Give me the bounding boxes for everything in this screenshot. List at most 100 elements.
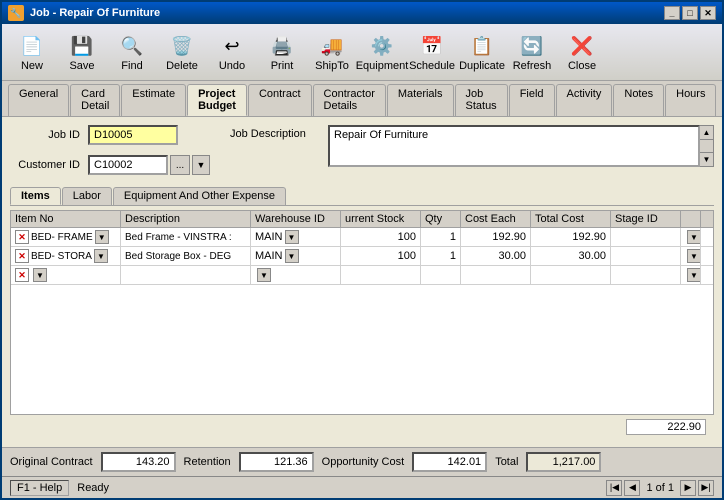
col-total-cost: Total Cost [531,211,611,227]
help-button[interactable]: F1 - Help [10,480,69,496]
print-icon: 🖨️ [268,32,296,60]
undo-button[interactable]: ↩ Undo [208,28,256,76]
save-label: Save [69,60,94,72]
minimize-button[interactable]: _ [664,6,680,20]
row1-item-no-cell: ✕ BED- FRAME ▼ [11,228,121,246]
col-description: Description [121,211,251,227]
row2-item-no: BED- STORA [31,251,92,262]
row1-stage-id-cell [611,228,681,246]
form-left: Job ID Customer ID ... ▼ [10,125,210,181]
tab-contractor-details[interactable]: Contractor Details [313,84,386,116]
subtab-items[interactable]: Items [10,187,61,205]
table-row-new: ✕ ▼ ▼ ▼ [11,266,713,285]
row1-warehouse-dropdown[interactable]: ▼ [285,230,299,244]
close-icon: ❌ [568,32,596,60]
tab-hours[interactable]: Hours [665,84,716,116]
job-description-text[interactable]: Repair Of Furniture [328,125,700,167]
nav-next-button[interactable]: ▶ [680,480,696,496]
new-button[interactable]: 📄 New [8,28,56,76]
new-icon: 📄 [18,32,46,60]
form-right: Job Description Repair Of Furniture ▲ ▼ [230,125,714,167]
scroll-up-arrow[interactable]: ▲ [700,126,713,140]
customer-dropdown-button[interactable]: ▼ [192,155,210,175]
original-contract-input[interactable] [101,452,176,472]
new-row-delete-btn[interactable]: ✕ [15,268,29,282]
row2-delete-btn[interactable]: ✕ [15,249,29,263]
close-button[interactable]: ❌ Close [558,28,606,76]
new-row-description [121,266,251,284]
tab-general[interactable]: General [8,84,69,116]
toolbar: 📄 New 💾 Save 🔍 Find 🗑️ Delete ↩ Undo 🖨️ … [2,24,722,81]
page-info: 1 of 1 [642,482,678,494]
row1-stage-dropdown[interactable]: ▼ [687,230,701,244]
tab-contract[interactable]: Contract [248,84,312,116]
row1-description: Bed Frame - VINSTRA : [125,232,232,243]
table-row: ✕ BED- STORA ▼ Bed Storage Box - DEG MAI… [11,247,713,266]
close-window-button[interactable]: ✕ [700,6,716,20]
maximize-button[interactable]: □ [682,6,698,20]
duplicate-icon: 📋 [468,32,496,60]
tab-card-detail[interactable]: Card Detail [70,84,120,116]
new-row-qty [421,266,461,284]
tab-project-budget[interactable]: Project Budget [187,84,247,116]
tab-estimate[interactable]: Estimate [121,84,186,116]
row2-warehouse-dropdown[interactable]: ▼ [285,249,299,263]
customer-lookup-button[interactable]: ... [170,155,190,175]
duplicate-button[interactable]: 📋 Duplicate [458,28,506,76]
delete-label: Delete [166,60,198,72]
row2-stage-dropdown[interactable]: ▼ [687,249,701,263]
delete-button[interactable]: 🗑️ Delete [158,28,206,76]
customer-id-input[interactable] [88,155,168,175]
new-row-stage-dropdown[interactable]: ▼ [687,268,701,282]
find-button[interactable]: 🔍 Find [108,28,156,76]
job-id-input[interactable] [88,125,178,145]
nav-prev-button[interactable]: ◀ [624,480,640,496]
opportunity-cost-input[interactable] [412,452,487,472]
schedule-button[interactable]: 📅 Schedule [408,28,456,76]
duplicate-label: Duplicate [459,60,505,72]
print-button[interactable]: 🖨️ Print [258,28,306,76]
refresh-icon: 🔄 [518,32,546,60]
row2-item-dropdown[interactable]: ▼ [94,249,108,263]
tab-field[interactable]: Field [509,84,555,116]
job-desc-label: Job Description [230,125,320,140]
schedule-icon: 📅 [418,32,446,60]
shipto-button[interactable]: 🚚 ShipTo [308,28,356,76]
nav-last-button[interactable]: ▶| [698,480,714,496]
scroll-down-arrow[interactable]: ▼ [700,152,713,166]
row1-item-dropdown[interactable]: ▼ [95,230,109,244]
refresh-button[interactable]: 🔄 Refresh [508,28,556,76]
sub-tabs: Items Labor Equipment And Other Expense [10,187,714,206]
new-row-stock [341,266,421,284]
row1-extra-cell: ▼ [681,228,701,246]
row2-qty-cell: 1 [421,247,461,265]
form-top-row: Job ID Customer ID ... ▼ Job Description… [10,125,714,181]
row1-total-cost-cell: 192.90 [531,228,611,246]
original-contract-label: Original Contract [10,456,93,468]
items-grid: Item No Description Warehouse ID urrent … [10,210,714,415]
tab-job-status[interactable]: Job Status [455,84,508,116]
tab-notes[interactable]: Notes [613,84,664,116]
find-icon: 🔍 [118,32,146,60]
new-row-extra: ▼ [681,266,701,284]
nav-buttons: |◀ ◀ 1 of 1 ▶ ▶| [606,480,714,496]
new-row-warehouse-dropdown[interactable]: ▼ [257,268,271,282]
row1-warehouse: MAIN [255,231,283,243]
total-label: Total [495,456,518,468]
row1-delete-btn[interactable]: ✕ [15,230,29,244]
status-bar: F1 - Help Ready |◀ ◀ 1 of 1 ▶ ▶| [2,476,722,498]
new-row-cost-each [461,266,531,284]
equipment-button[interactable]: ⚙️ Equipment [358,28,406,76]
subtab-labor[interactable]: Labor [62,187,112,205]
col-warehouse-id: Warehouse ID [251,211,341,227]
tab-materials[interactable]: Materials [387,84,454,116]
nav-first-button[interactable]: |◀ [606,480,622,496]
row2-total-cost: 30.00 [578,250,606,262]
retention-label: Retention [184,456,231,468]
save-button[interactable]: 💾 Save [58,28,106,76]
tab-activity[interactable]: Activity [556,84,613,116]
subtab-equipment[interactable]: Equipment And Other Expense [113,187,286,205]
retention-input[interactable] [239,452,314,472]
new-row-item-dropdown[interactable]: ▼ [33,268,47,282]
row1-qty-cell[interactable]: 1 [421,228,461,246]
